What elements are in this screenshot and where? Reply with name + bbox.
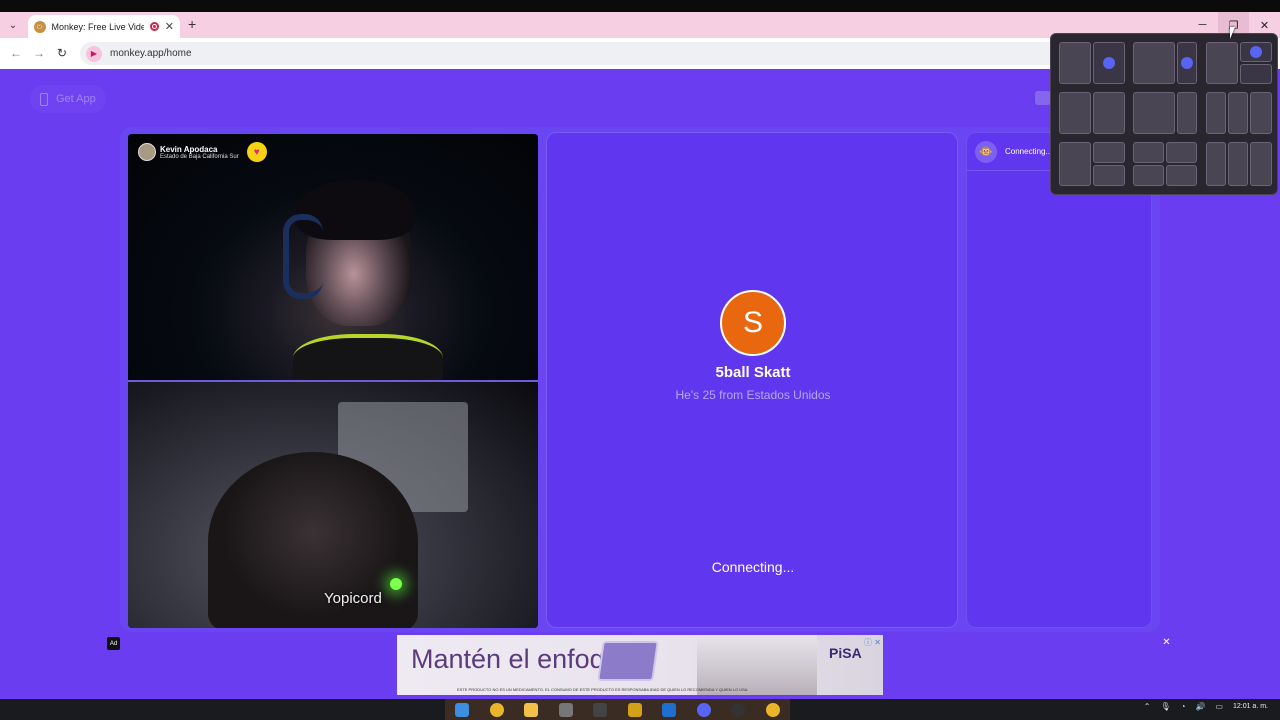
- taskbar-apps: [445, 699, 790, 720]
- app-icon[interactable]: [558, 702, 573, 717]
- match-name: 5ball Skatt: [715, 364, 791, 381]
- discord-icon: [1181, 57, 1193, 69]
- green-light: [390, 578, 402, 590]
- snap-zone[interactable]: [1059, 42, 1091, 84]
- get-app-button[interactable]: Get App: [30, 85, 106, 113]
- snap-zone[interactable]: [1228, 142, 1248, 186]
- get-app-label: Get App: [56, 93, 96, 105]
- snap-zone[interactable]: [1093, 165, 1125, 186]
- screen-top-edge: [0, 0, 1280, 12]
- browser-tab[interactable]: 🐵 Monkey: Free Live Video Chat ✕: [28, 15, 180, 38]
- url-text: monkey.app/home: [110, 48, 192, 59]
- monkey-icon: 🐵: [975, 140, 997, 163]
- snap-zone[interactable]: [1228, 92, 1248, 134]
- ad-photo: [697, 635, 817, 695]
- snap-zone[interactable]: [1240, 64, 1272, 84]
- app-icon[interactable]: [593, 702, 608, 717]
- video-column: Kevin Apodaca Estado de Baja California …: [128, 134, 538, 628]
- local-user-name: Kevin Apodaca: [160, 144, 218, 154]
- discord-icon[interactable]: [696, 702, 711, 717]
- forward-icon[interactable]: →: [33, 46, 45, 60]
- video-watermark: Yopicord: [324, 590, 382, 607]
- system-tray: ⌃ 🎙 ◔ 🔊 ▭ 12:01 a. m.: [1144, 702, 1268, 711]
- local-user-badge[interactable]: Kevin Apodaca Estado de Baja California …: [138, 142, 267, 162]
- tab-close-button[interactable]: ✕: [165, 20, 174, 33]
- snap-zone[interactable]: [1250, 142, 1272, 186]
- snap-zone[interactable]: [1133, 92, 1175, 134]
- chat-status: Connecting...: [1005, 147, 1053, 156]
- avatar: [138, 143, 156, 161]
- chrome-icon[interactable]: [489, 702, 504, 717]
- wifi-icon[interactable]: ◔: [1181, 702, 1186, 711]
- volume-icon[interactable]: 🔊: [1195, 702, 1205, 711]
- snap-zone[interactable]: [1206, 92, 1226, 134]
- snap-zone[interactable]: [1093, 142, 1125, 163]
- app-icon[interactable]: [627, 702, 642, 717]
- snap-zone[interactable]: [1166, 165, 1197, 186]
- connecting-status: Connecting...: [711, 559, 795, 575]
- ad-area: Ad Mantén el enfoque PiSA ESTE PRODUCTO …: [0, 632, 1280, 699]
- new-tab-button[interactable]: +: [188, 16, 196, 32]
- ad-disclaimer: ESTE PRODUCTO NO ES UN MEDICAMENTO. EL C…: [457, 687, 748, 692]
- battery-icon[interactable]: ▭: [1215, 702, 1223, 711]
- heart-icon[interactable]: ♥: [246, 142, 267, 162]
- app-icon[interactable]: [662, 702, 677, 717]
- snap-zone[interactable]: [1059, 142, 1091, 186]
- ad-banner[interactable]: Mantén el enfoque PiSA ESTE PRODUCTO NO …: [397, 635, 883, 695]
- start-icon[interactable]: [455, 702, 470, 717]
- mouse-cursor: [1230, 27, 1240, 39]
- discord-icon: [1250, 46, 1262, 58]
- snap-zone[interactable]: [1133, 42, 1175, 84]
- snap-zone[interactable]: [1093, 92, 1125, 134]
- snap-zone[interactable]: [1133, 165, 1164, 186]
- address-bar[interactable]: ▶ monkey.app/home: [80, 42, 1070, 65]
- back-icon[interactable]: ←: [10, 46, 22, 60]
- reload-icon[interactable]: ↻: [57, 46, 67, 60]
- discord-icon: [1103, 57, 1115, 69]
- ad-tag: Ad: [107, 637, 120, 650]
- snap-zone[interactable]: [1177, 42, 1197, 84]
- app-icon[interactable]: [731, 702, 746, 717]
- match-subtitle: He's 25 from Estados Unidos: [675, 388, 831, 402]
- monkey-icon: 🐵: [34, 20, 46, 33]
- local-user-location: Estado de Baja California Sur: [160, 153, 239, 160]
- snap-zone[interactable]: [1206, 142, 1226, 186]
- match-avatar: S: [720, 290, 786, 356]
- chat-column: 🐵 Connecting...: [966, 132, 1153, 628]
- local-video: Kevin Apodaca Estado de Baja California …: [128, 134, 538, 394]
- clock[interactable]: 12:01 a. m.: [1233, 703, 1268, 711]
- snap-zone[interactable]: [1177, 92, 1197, 134]
- phone-icon: [40, 92, 48, 106]
- tab-title: Monkey: Free Live Video Chat: [51, 21, 144, 32]
- snap-zone[interactable]: [1093, 42, 1125, 84]
- taskbar: ⌃ 🎙 ◔ 🔊 ▭ 12:01 a. m.: [0, 699, 1280, 720]
- headphones: [283, 214, 323, 299]
- snap-zone[interactable]: [1133, 142, 1164, 163]
- snap-zone[interactable]: [1250, 92, 1272, 134]
- ad-info-icon[interactable]: ⓘ ✕: [864, 637, 881, 648]
- snap-zone[interactable]: [1240, 42, 1272, 62]
- shop-icon[interactable]: [1035, 91, 1051, 105]
- snap-zone[interactable]: [1206, 42, 1238, 84]
- snap-zone[interactable]: [1166, 142, 1197, 163]
- ad-close-button[interactable]: ✕: [1160, 637, 1173, 650]
- site-info-icon[interactable]: ▶: [86, 45, 102, 62]
- chrome-icon[interactable]: [765, 702, 780, 717]
- recording-icon: [149, 22, 159, 31]
- remote-video: Yopicord: [128, 382, 538, 628]
- folder-icon[interactable]: [524, 702, 539, 717]
- chevron-up-icon[interactable]: ⌃: [1144, 702, 1151, 711]
- snap-zone[interactable]: [1059, 92, 1091, 134]
- ad-brand: PiSA: [829, 645, 862, 661]
- ad-product-image: [597, 641, 659, 681]
- match-card: S 5ball Skatt He's 25 from Estados Unido…: [546, 132, 958, 628]
- remote-person: [208, 452, 418, 628]
- snap-layouts-flyout: [1050, 33, 1278, 195]
- tab-search-button[interactable]: ⌄: [4, 16, 22, 34]
- microphone-icon[interactable]: 🎙: [1160, 702, 1170, 711]
